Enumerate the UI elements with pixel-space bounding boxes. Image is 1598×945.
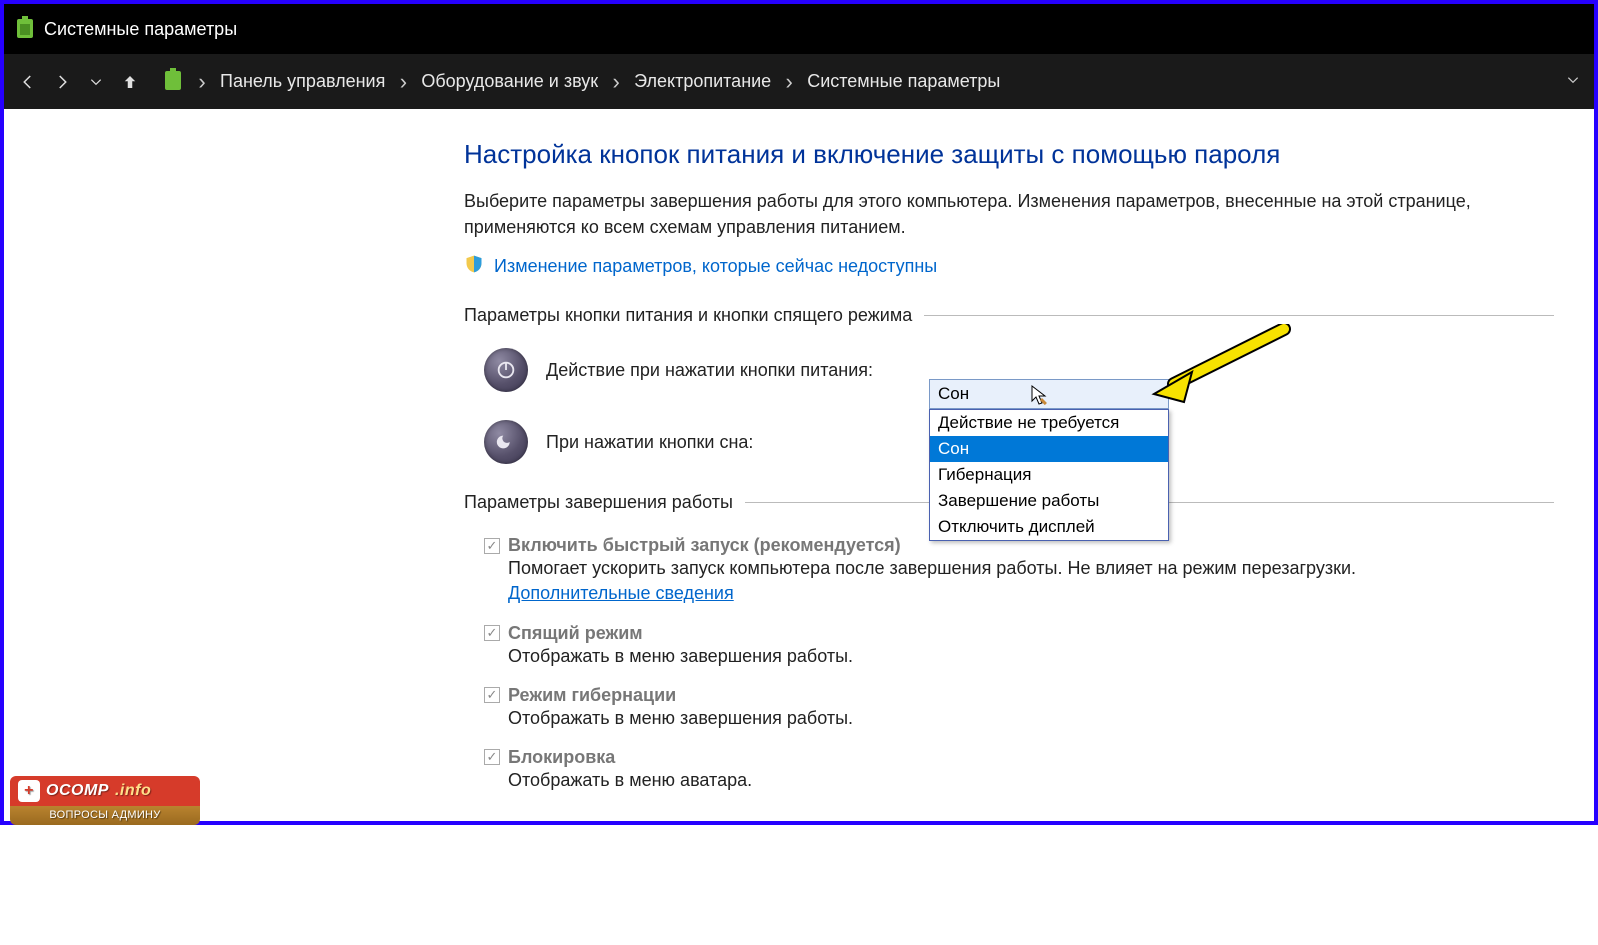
dropdown-option[interactable]: Сон: [930, 436, 1168, 462]
watermark-suffix: .info: [115, 782, 151, 800]
shutdown-setting-desc: Помогает ускорить запуск компьютера посл…: [508, 556, 1408, 606]
watermark-sub: ВОПРОСЫ АДМИНУ: [10, 806, 200, 825]
shutdown-setting-title: Блокировка: [508, 747, 615, 768]
plus-icon: +: [18, 780, 40, 802]
shutdown-setting-item: ✓ Режим гибернации Отображать в меню зав…: [484, 685, 1554, 731]
power-button-label: Действие при нажатии кнопки питания:: [546, 360, 946, 381]
nav-recent-dropdown[interactable]: [82, 68, 110, 96]
shutdown-setting-title: Включить быстрый запуск (рекомендуется): [508, 535, 901, 556]
breadcrumb-item[interactable]: Электропитание: [630, 71, 775, 92]
nav-forward-button[interactable]: [48, 68, 76, 96]
breadcrumb-item[interactable]: Системные параметры: [803, 71, 1004, 92]
checkbox-disabled: ✓: [484, 538, 500, 554]
shutdown-setting-item: ✓ Блокировка Отображать в меню аватара.: [484, 747, 1554, 793]
shutdown-settings-list: ✓ Включить быстрый запуск (рекомендуется…: [484, 535, 1554, 793]
battery-icon: [16, 16, 34, 43]
dropdown-option[interactable]: Действие не требуется: [930, 410, 1168, 436]
section-heading-buttons: Параметры кнопки питания и кнопки спящег…: [464, 305, 1554, 326]
crumb-sep-icon: [395, 69, 411, 95]
checkbox-disabled: ✓: [484, 687, 500, 703]
cursor-icon: [1030, 384, 1050, 411]
shield-icon: [464, 254, 484, 279]
power-action-dropdown[interactable]: Сон Действие не требуется Сон Гибернация…: [929, 379, 1169, 541]
address-icon: [164, 68, 182, 95]
dropdown-selected[interactable]: Сон: [929, 379, 1169, 409]
shutdown-setting-desc: Отображать в меню завершения работы.: [508, 644, 1408, 669]
nav-up-button[interactable]: [116, 68, 144, 96]
more-info-link[interactable]: Дополнительные сведения: [508, 583, 734, 603]
watermark-brand: OCOMP: [46, 782, 109, 800]
power-icon: [484, 348, 528, 392]
dropdown-list: Действие не требуется Сон Гибернация Зав…: [929, 409, 1169, 541]
sleep-button-label: При нажатии кнопки сна:: [546, 432, 946, 453]
crumb-sep-icon: [608, 69, 624, 95]
navbar: Панель управления Оборудование и звук Эл…: [4, 54, 1594, 109]
dropdown-option[interactable]: Отключить дисплей: [930, 514, 1168, 540]
shutdown-setting-desc: Отображать в меню аватара.: [508, 768, 1408, 793]
shutdown-setting-title: Режим гибернации: [508, 685, 676, 706]
breadcrumb-item[interactable]: Оборудование и звук: [417, 71, 602, 92]
sleep-icon: [484, 420, 528, 464]
nav-back-button[interactable]: [14, 68, 42, 96]
page-description: Выберите параметры завершения работы для…: [464, 188, 1524, 240]
uac-link-text[interactable]: Изменение параметров, которые сейчас нед…: [494, 256, 937, 277]
checkbox-disabled: ✓: [484, 749, 500, 765]
watermark-logo: + OCOMP .info ВОПРОСЫ АДМИНУ: [10, 776, 200, 825]
checkbox-disabled: ✓: [484, 625, 500, 641]
shutdown-setting-desc: Отображать в меню завершения работы.: [508, 706, 1408, 731]
crumb-sep-icon: [781, 69, 797, 95]
dropdown-option[interactable]: Гибернация: [930, 462, 1168, 488]
uac-link[interactable]: Изменение параметров, которые сейчас нед…: [464, 254, 1554, 279]
titlebar: Системные параметры: [4, 4, 1594, 54]
dropdown-option[interactable]: Завершение работы: [930, 488, 1168, 514]
window-title: Системные параметры: [44, 19, 237, 40]
shutdown-setting-item: ✓ Включить быстрый запуск (рекомендуется…: [484, 535, 1554, 606]
breadcrumb-item[interactable]: Панель управления: [216, 71, 389, 92]
address-dropdown-button[interactable]: [1562, 71, 1584, 92]
shutdown-setting-item: ✓ Спящий режим Отображать в меню заверше…: [484, 623, 1554, 669]
page-title: Настройка кнопок питания и включение защ…: [464, 139, 1554, 170]
shutdown-setting-title: Спящий режим: [508, 623, 643, 644]
crumb-sep-icon: [194, 69, 210, 95]
content-area: Настройка кнопок питания и включение защ…: [4, 109, 1594, 821]
